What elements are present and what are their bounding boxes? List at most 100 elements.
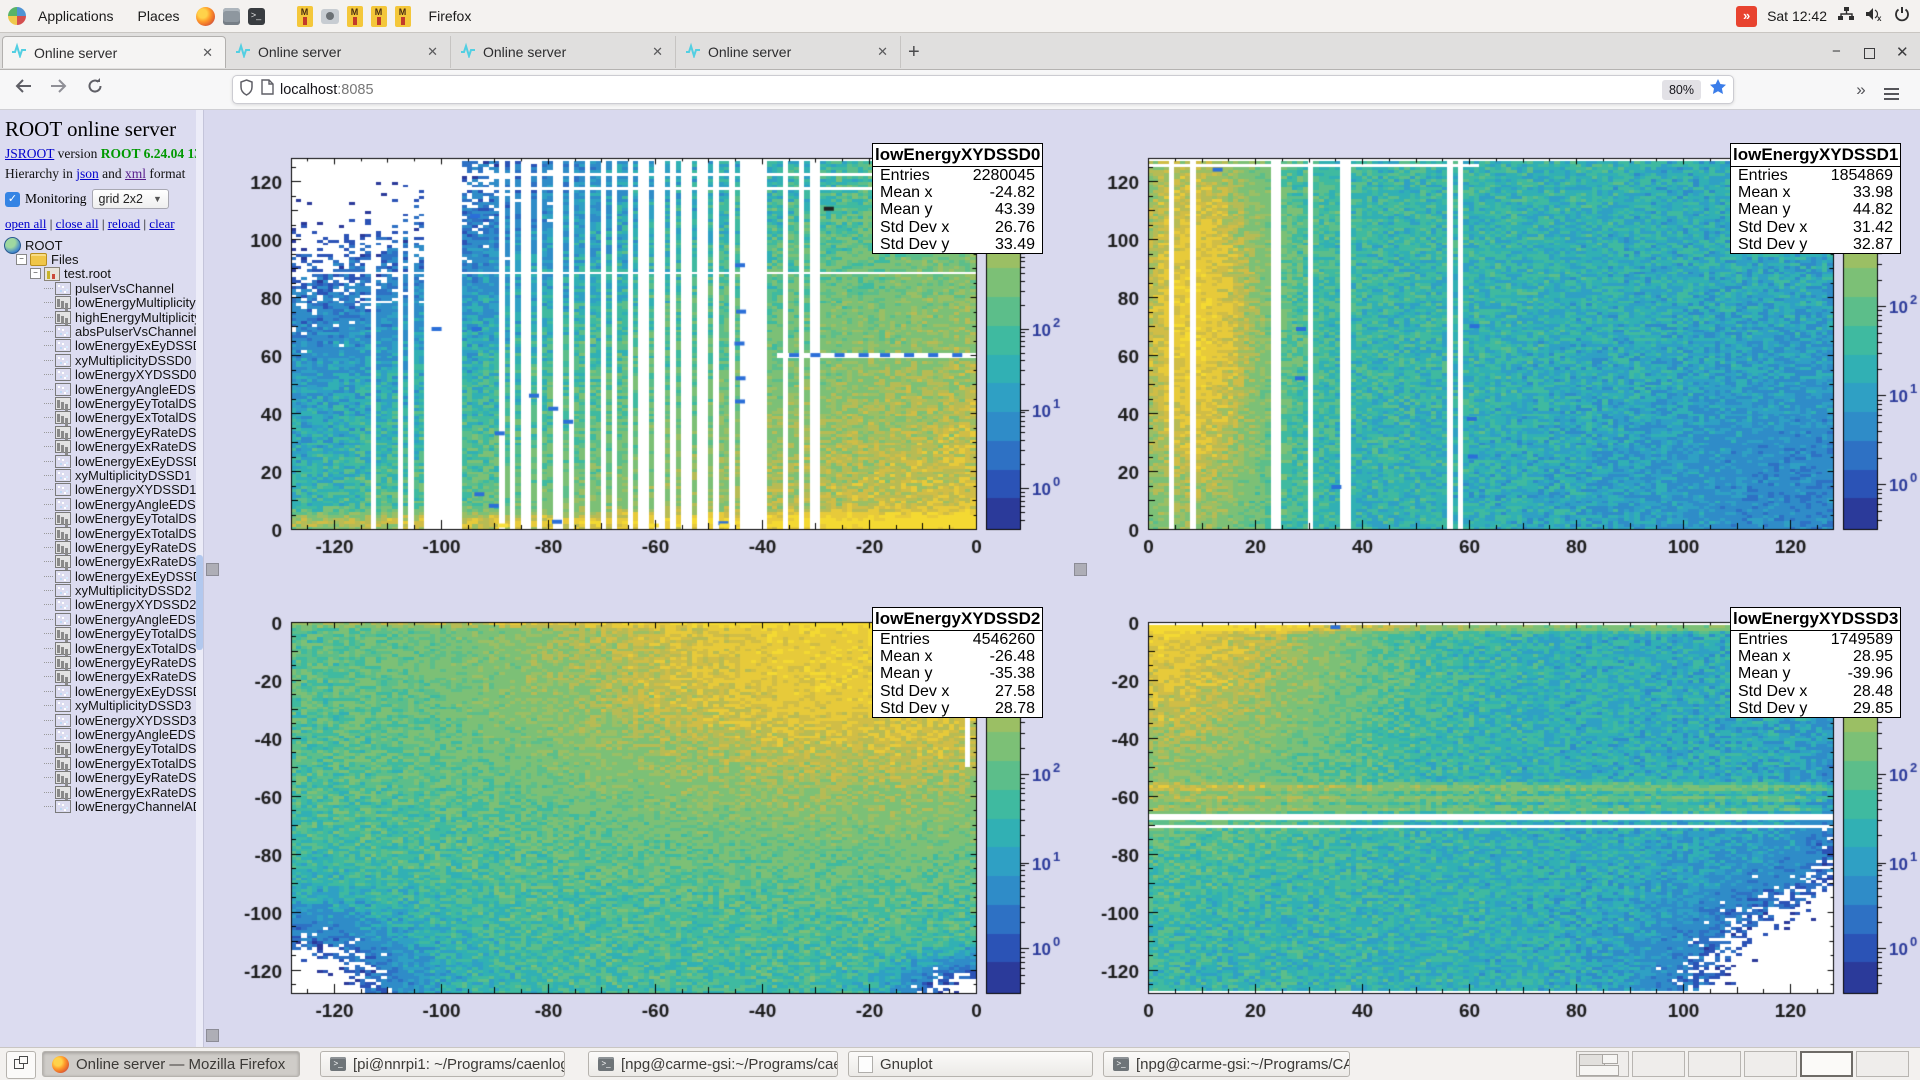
tree-row[interactable]: lowEnergyAngleEDSSD3 — [0, 727, 203, 741]
stats-box-1[interactable]: lowEnergyXYDSSD1 Entries1854869 Mean x33… — [1730, 143, 1901, 254]
taskbar-item[interactable]: >_[pi@nnrpi1: ~/Programs/caenlogger] — [320, 1051, 565, 1077]
tab-close-icon[interactable]: ✕ — [423, 44, 442, 60]
tree-row[interactable]: lowEnergyXYDSSD0 — [0, 368, 203, 382]
stats-box-0[interactable]: lowEnergyXYDSSD0 Entries2280045 Mean x-2… — [872, 143, 1043, 254]
taskbar-item[interactable]: >_[npg@carme-gsi:~/Programs/CARME... — [1103, 1051, 1350, 1077]
pad-resize-handle[interactable] — [206, 563, 219, 576]
tree-row[interactable]: lowEnergyExTotalDSSD1 — [0, 526, 203, 540]
browser-tab[interactable]: Online server✕ — [2, 36, 226, 68]
notification-badge-icon[interactable]: » — [1736, 6, 1757, 27]
url-bar[interactable]: localhost:8085 80% — [232, 75, 1734, 104]
tree-row[interactable]: lowEnergyXYDSSD2 — [0, 598, 203, 612]
midas-launcher-icon[interactable] — [395, 6, 411, 27]
tree-row[interactable]: lowEnergyAngleEDSSD1 — [0, 497, 203, 511]
tree-row[interactable]: lowEnergyEyTotalDSSD0 — [0, 396, 203, 410]
tree-row[interactable]: lowEnergyExEyDSSD2 — [0, 569, 203, 583]
tree-row[interactable]: −test.root — [0, 267, 203, 281]
tree-row[interactable]: lowEnergyChannelADC — [0, 799, 203, 813]
workspace-box[interactable] — [1632, 1051, 1685, 1077]
terminal-launcher-icon[interactable]: >_ — [248, 8, 265, 25]
tree-row[interactable]: xyMultiplicityDSSD0 — [0, 353, 203, 367]
applications-menu[interactable]: Applications — [26, 8, 126, 24]
forward-button[interactable] — [46, 77, 72, 103]
midas-launcher-icon[interactable] — [297, 6, 313, 27]
workspace-box[interactable] — [1856, 1051, 1909, 1077]
overflow-chevron-icon[interactable]: » — [1848, 77, 1874, 103]
workspace-box[interactable] — [1800, 1051, 1853, 1077]
pad-lowEnergyXYDSSD1[interactable]: lowEnergyXYDSSD1 Entries1854869 Mean x33… — [1062, 112, 1920, 577]
tree-row[interactable]: lowEnergyAngleEDSSD2 — [0, 612, 203, 626]
tree-row[interactable]: lowEnergyXYDSSD3 — [0, 713, 203, 727]
files-launcher-icon[interactable] — [223, 8, 240, 25]
tab-close-icon[interactable]: ✕ — [873, 44, 892, 60]
monitoring-checkbox[interactable]: ✓ — [5, 192, 20, 207]
menu-hamburger-icon[interactable] — [1884, 77, 1910, 103]
sidebar-scrollbar-thumb[interactable] — [196, 555, 203, 650]
tree-row[interactable]: lowEnergyExEyDSSD0 — [0, 339, 203, 353]
tree-row[interactable]: highEnergyMultiplicity — [0, 310, 203, 324]
tree-row[interactable]: lowEnergyExEyDSSD3 — [0, 684, 203, 698]
tree-row[interactable]: lowEnergyExTotalDSSD3 — [0, 756, 203, 770]
tree-row[interactable]: lowEnergyMultiplicity — [0, 296, 203, 310]
tree-row[interactable]: xyMultiplicityDSSD2 — [0, 583, 203, 597]
tree-row[interactable]: lowEnergyExRateDSSD0 — [0, 439, 203, 453]
tree-row[interactable]: lowEnergyEyTotalDSSD3 — [0, 742, 203, 756]
shield-icon[interactable] — [239, 79, 254, 101]
tree-row[interactable]: lowEnergyExEyDSSD1 — [0, 454, 203, 468]
workspace-box[interactable] — [1688, 1051, 1741, 1077]
browser-tab[interactable]: Online server✕ — [452, 36, 676, 68]
reload-button[interactable] — [82, 77, 108, 103]
tree-expand-icon[interactable]: − — [16, 254, 27, 265]
browser-tab[interactable]: Online server✕ — [677, 36, 901, 68]
clear-link[interactable]: clear — [149, 216, 174, 231]
tree-row[interactable]: xyMultiplicityDSSD3 — [0, 699, 203, 713]
json-link[interactable]: json — [76, 166, 99, 181]
open-all-link[interactable]: open all — [5, 216, 47, 231]
workspace-box[interactable] — [1744, 1051, 1797, 1077]
reload-link[interactable]: reload — [108, 216, 140, 231]
tree-row[interactable]: lowEnergyAngleEDSSD0 — [0, 382, 203, 396]
screenshot-launcher-icon[interactable] — [321, 9, 339, 24]
tree-row[interactable]: lowEnergyEyTotalDSSD2 — [0, 627, 203, 641]
browser-tab[interactable]: Online server✕ — [227, 36, 451, 68]
tree-row[interactable]: ROOT — [0, 238, 203, 252]
stats-box-2[interactable]: lowEnergyXYDSSD2 Entries4546260 Mean x-2… — [872, 607, 1043, 718]
midas-launcher-icon[interactable] — [347, 6, 363, 27]
url-text[interactable]: localhost:8085 — [280, 82, 1662, 98]
tree-row[interactable]: lowEnergyExRateDSSD1 — [0, 555, 203, 569]
new-tab-button[interactable]: + — [908, 41, 920, 64]
places-menu[interactable]: Places — [126, 8, 192, 24]
tree-row[interactable]: lowEnergyEyRateDSSD2 — [0, 655, 203, 669]
clock[interactable]: Sat 12:42 — [1767, 8, 1827, 24]
window-close-button[interactable]: ✕ — [1896, 43, 1909, 61]
pad-lowEnergyXYDSSD2[interactable]: lowEnergyXYDSSD2 Entries4546260 Mean x-2… — [205, 577, 1085, 1042]
zoom-level-badge[interactable]: 80% — [1662, 80, 1701, 100]
volume-muted-icon[interactable]: x — [1865, 6, 1884, 27]
pad-resize-handle[interactable] — [1074, 563, 1087, 576]
tree-row[interactable]: xyMultiplicityDSSD1 — [0, 468, 203, 482]
tree-row[interactable]: lowEnergyEyRateDSSD1 — [0, 540, 203, 554]
tab-close-icon[interactable]: ✕ — [198, 45, 217, 61]
pad-lowEnergyXYDSSD0[interactable]: lowEnergyXYDSSD0 Entries2280045 Mean x-2… — [205, 112, 1085, 577]
taskbar-item[interactable]: Gnuplot — [848, 1051, 1093, 1077]
window-maximize-button[interactable] — [1864, 48, 1875, 59]
tab-close-icon[interactable]: ✕ — [648, 44, 667, 60]
network-icon[interactable] — [1837, 6, 1855, 27]
page-info-icon[interactable] — [261, 79, 274, 100]
tree-row[interactable]: lowEnergyExTotalDSSD2 — [0, 641, 203, 655]
pad-resize-handle[interactable] — [206, 1029, 219, 1042]
tree-row[interactable]: lowEnergyEyTotalDSSD1 — [0, 511, 203, 525]
stats-box-3[interactable]: lowEnergyXYDSSD3 Entries1749589 Mean x28… — [1730, 607, 1901, 718]
tree-row[interactable]: lowEnergyEyRateDSSD3 — [0, 770, 203, 784]
bookmark-star-icon[interactable] — [1709, 78, 1727, 101]
tree-row[interactable]: lowEnergyExRateDSSD2 — [0, 670, 203, 684]
window-minimize-button[interactable]: − — [1832, 43, 1841, 60]
tree-row[interactable]: lowEnergyExRateDSSD3 — [0, 785, 203, 799]
tree-row[interactable]: pulserVsChannel — [0, 281, 203, 295]
taskbar-item[interactable]: >_[npg@carme-gsi:~/Programs/caenlo... — [588, 1051, 838, 1077]
back-button[interactable] — [10, 77, 36, 103]
sidebar-scrollbar[interactable] — [196, 110, 203, 1047]
layout-select[interactable]: grid 2x2▼ — [92, 189, 169, 209]
tree-row[interactable]: lowEnergyEyRateDSSD0 — [0, 425, 203, 439]
close-all-link[interactable]: close all — [56, 216, 99, 231]
